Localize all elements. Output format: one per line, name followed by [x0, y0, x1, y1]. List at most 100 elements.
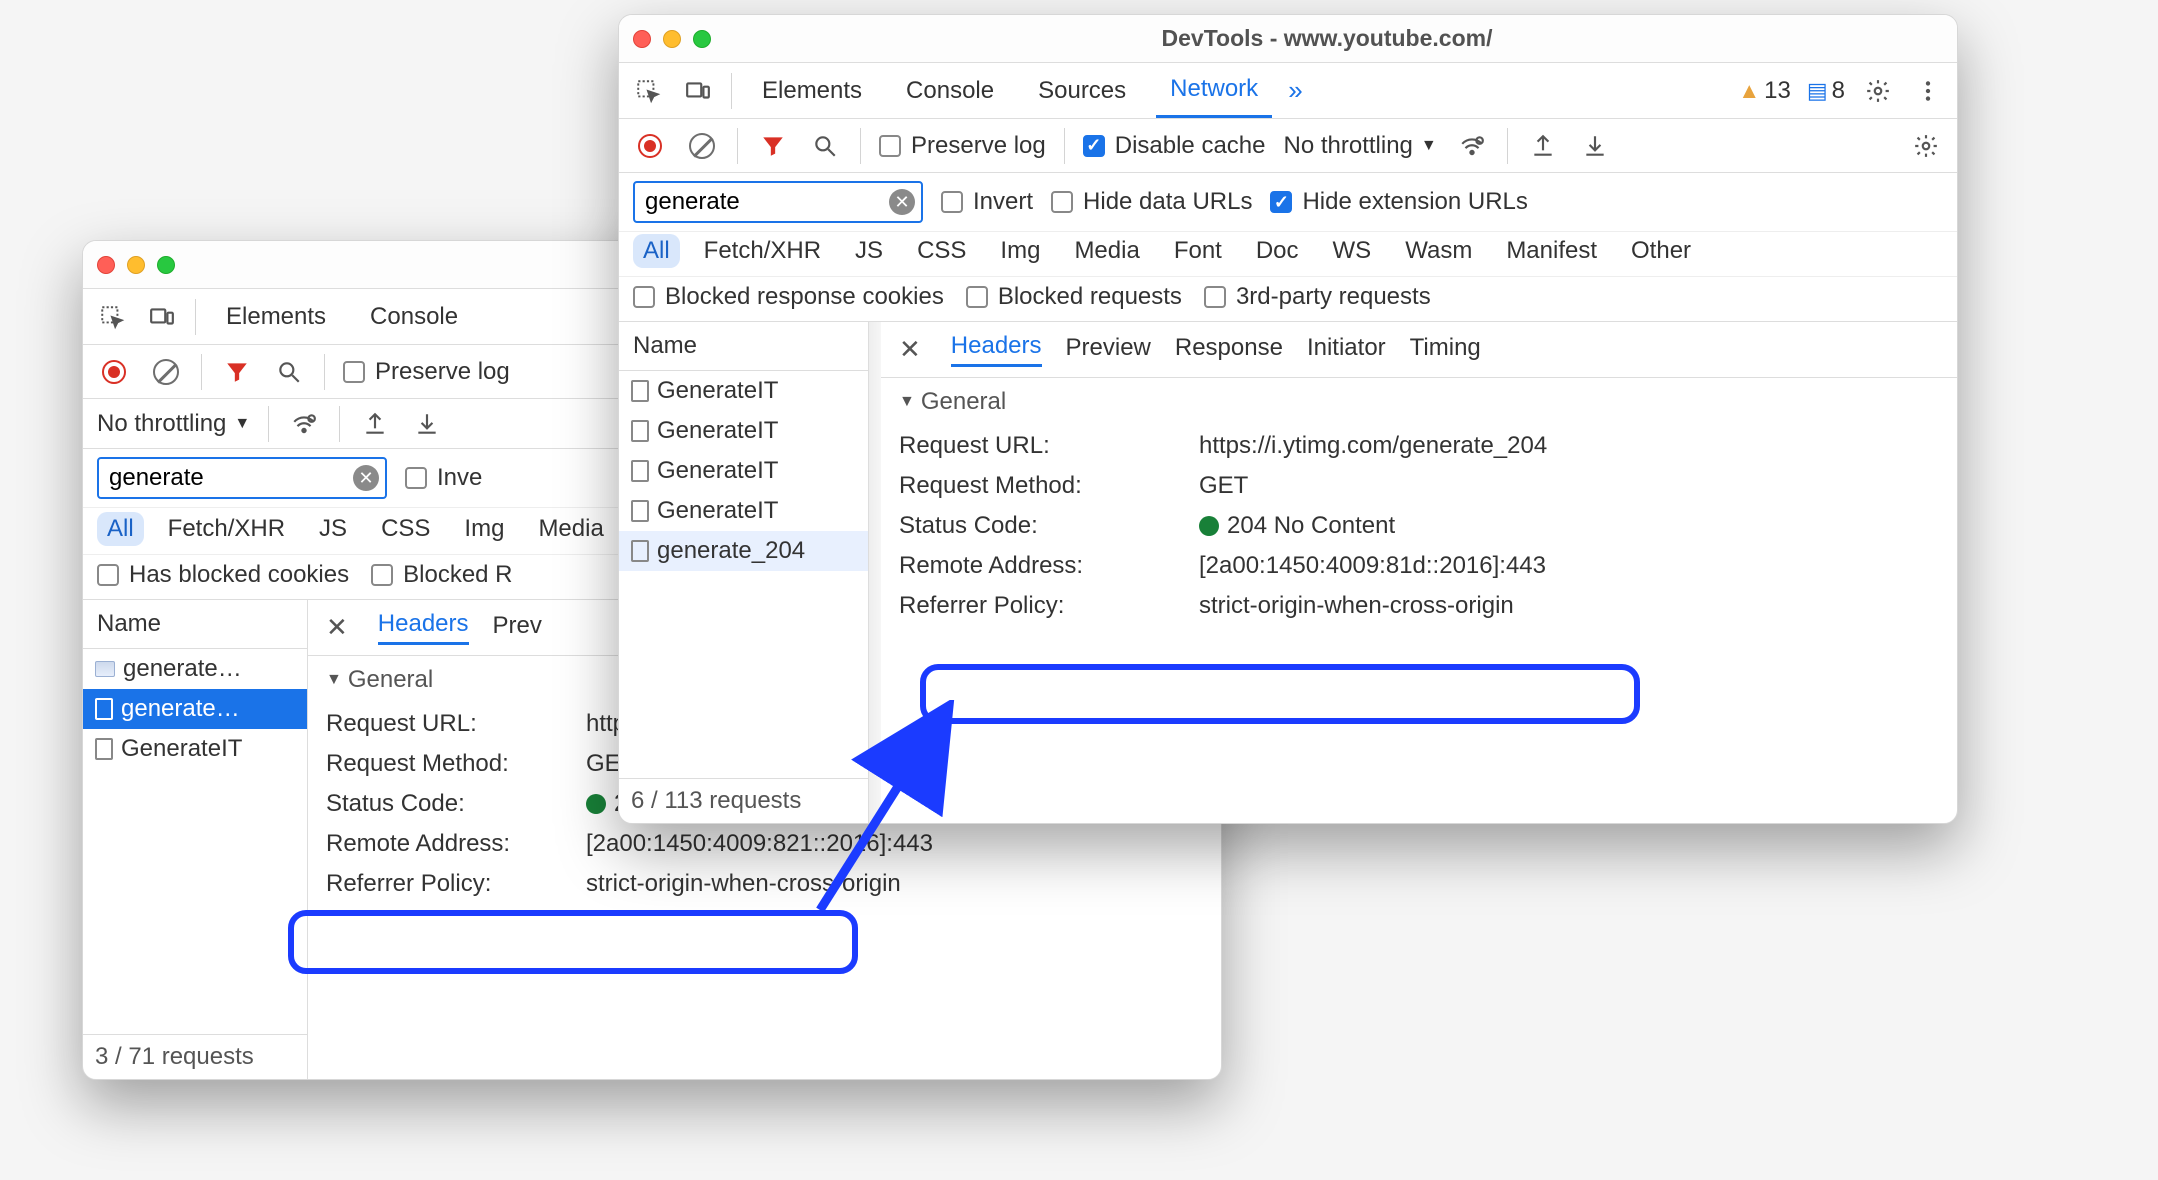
- detail-tab-timing[interactable]: Timing: [1410, 334, 1481, 366]
- minimize-window-button[interactable]: [127, 256, 145, 274]
- hide-data-checkbox[interactable]: [1051, 191, 1073, 213]
- download-icon[interactable]: [410, 407, 444, 441]
- clear-filter-icon[interactable]: ✕: [353, 465, 379, 491]
- search-icon[interactable]: [272, 355, 306, 389]
- hide-ext-checkbox[interactable]: [1270, 191, 1292, 213]
- blocked-req-checkbox[interactable]: [966, 286, 988, 308]
- filter-icon[interactable]: [756, 129, 790, 163]
- record-icon[interactable]: [97, 355, 131, 389]
- settings-icon[interactable]: [1909, 129, 1943, 163]
- status-dot-icon: [586, 794, 606, 814]
- preserve-log-checkbox[interactable]: [879, 135, 901, 157]
- detail-tab-headers[interactable]: Headers: [951, 332, 1042, 367]
- clear-filter-icon[interactable]: ✕: [889, 189, 915, 215]
- invert-checkbox[interactable]: [405, 467, 427, 489]
- tab-elements[interactable]: Elements: [748, 63, 876, 118]
- device-toolbar-icon[interactable]: [145, 300, 179, 334]
- filter-input[interactable]: ✕: [633, 181, 923, 223]
- inspect-icon[interactable]: [631, 74, 665, 108]
- network-conditions-icon[interactable]: [1455, 129, 1489, 163]
- messages-badge[interactable]: ▤8: [1807, 77, 1845, 105]
- list-body[interactable]: generate… generate… GenerateIT: [83, 649, 307, 1034]
- detail-tab-response[interactable]: Response: [1175, 334, 1283, 366]
- blocked-resp-checkbox[interactable]: [633, 286, 655, 308]
- download-icon[interactable]: [1578, 129, 1612, 163]
- more-tabs-icon[interactable]: »: [1288, 75, 1302, 106]
- type-all[interactable]: All: [97, 512, 144, 546]
- blocked-r-checkbox[interactable]: [371, 564, 393, 586]
- clear-icon[interactable]: [149, 355, 183, 389]
- preserve-log-checkbox[interactable]: [343, 361, 365, 383]
- clear-icon[interactable]: [685, 129, 719, 163]
- type-ws[interactable]: WS: [1323, 234, 1382, 268]
- type-js[interactable]: JS: [845, 234, 893, 268]
- tab-console[interactable]: Console: [356, 289, 472, 344]
- minimize-window-button[interactable]: [663, 30, 681, 48]
- search-icon[interactable]: [808, 129, 842, 163]
- type-font[interactable]: Font: [1164, 234, 1232, 268]
- type-js[interactable]: JS: [309, 512, 357, 546]
- device-toolbar-icon[interactable]: [681, 74, 715, 108]
- request-row[interactable]: GenerateIT: [83, 729, 307, 769]
- type-fetchxhr[interactable]: Fetch/XHR: [694, 234, 831, 268]
- throttle-select[interactable]: No throttling ▼: [1283, 132, 1436, 160]
- scrollbar-thumb[interactable]: [871, 328, 879, 468]
- detail-tab-preview[interactable]: Preview: [1066, 334, 1151, 366]
- type-wasm[interactable]: Wasm: [1395, 234, 1482, 268]
- disable-cache-checkbox[interactable]: [1083, 135, 1105, 157]
- request-row[interactable]: generate_204: [619, 531, 868, 571]
- request-row[interactable]: GenerateIT: [619, 451, 868, 491]
- upload-icon[interactable]: [358, 407, 392, 441]
- tab-elements[interactable]: Elements: [212, 289, 340, 344]
- request-row[interactable]: generate…: [83, 649, 307, 689]
- type-other[interactable]: Other: [1621, 234, 1701, 268]
- settings-icon[interactable]: [1861, 74, 1895, 108]
- type-css[interactable]: CSS: [371, 512, 440, 546]
- type-fetchxhr[interactable]: Fetch/XHR: [158, 512, 295, 546]
- close-window-button[interactable]: [97, 256, 115, 274]
- close-window-button[interactable]: [633, 30, 651, 48]
- detail-tab-headers[interactable]: Headers: [378, 610, 469, 645]
- filter-text-input[interactable]: [109, 464, 353, 492]
- upload-icon[interactable]: [1526, 129, 1560, 163]
- type-all[interactable]: All: [633, 234, 680, 268]
- throttle-select[interactable]: No throttling ▼: [97, 410, 250, 438]
- third-party-checkbox[interactable]: [1204, 286, 1226, 308]
- record-icon[interactable]: [633, 129, 667, 163]
- filter-icon[interactable]: [220, 355, 254, 389]
- splitter[interactable]: [869, 322, 881, 823]
- filter-input[interactable]: ✕: [97, 457, 387, 499]
- detail-tab-preview[interactable]: Prev: [493, 612, 542, 644]
- section-title[interactable]: ▼General: [899, 388, 1939, 416]
- close-detail-icon[interactable]: ✕: [899, 334, 927, 365]
- request-row[interactable]: GenerateIT: [619, 371, 868, 411]
- filter-text-input[interactable]: [645, 188, 889, 216]
- list-header[interactable]: Name: [619, 322, 868, 371]
- request-row[interactable]: GenerateIT: [619, 411, 868, 451]
- list-header[interactable]: Name: [83, 600, 307, 649]
- type-doc[interactable]: Doc: [1246, 234, 1309, 268]
- close-detail-icon[interactable]: ✕: [326, 612, 354, 643]
- type-img[interactable]: Img: [454, 512, 514, 546]
- type-manifest[interactable]: Manifest: [1496, 234, 1607, 268]
- type-media[interactable]: Media: [528, 512, 613, 546]
- zoom-window-button[interactable]: [157, 256, 175, 274]
- titlebar[interactable]: DevTools - www.youtube.com/: [619, 15, 1957, 63]
- tab-console[interactable]: Console: [892, 63, 1008, 118]
- type-img[interactable]: Img: [990, 234, 1050, 268]
- kebab-menu-icon[interactable]: [1911, 74, 1945, 108]
- detail-tab-initiator[interactable]: Initiator: [1307, 334, 1386, 366]
- list-body[interactable]: GenerateIT GenerateIT GenerateIT Generat…: [619, 371, 868, 778]
- zoom-window-button[interactable]: [693, 30, 711, 48]
- has-blocked-checkbox[interactable]: [97, 564, 119, 586]
- inspect-icon[interactable]: [95, 300, 129, 334]
- type-css[interactable]: CSS: [907, 234, 976, 268]
- type-media[interactable]: Media: [1064, 234, 1149, 268]
- request-row[interactable]: GenerateIT: [619, 491, 868, 531]
- request-row[interactable]: generate…: [83, 689, 307, 729]
- warnings-badge[interactable]: ▲13: [1738, 77, 1790, 105]
- invert-checkbox[interactable]: [941, 191, 963, 213]
- tab-network[interactable]: Network: [1156, 63, 1272, 118]
- network-conditions-icon[interactable]: [287, 407, 321, 441]
- tab-sources[interactable]: Sources: [1024, 63, 1140, 118]
